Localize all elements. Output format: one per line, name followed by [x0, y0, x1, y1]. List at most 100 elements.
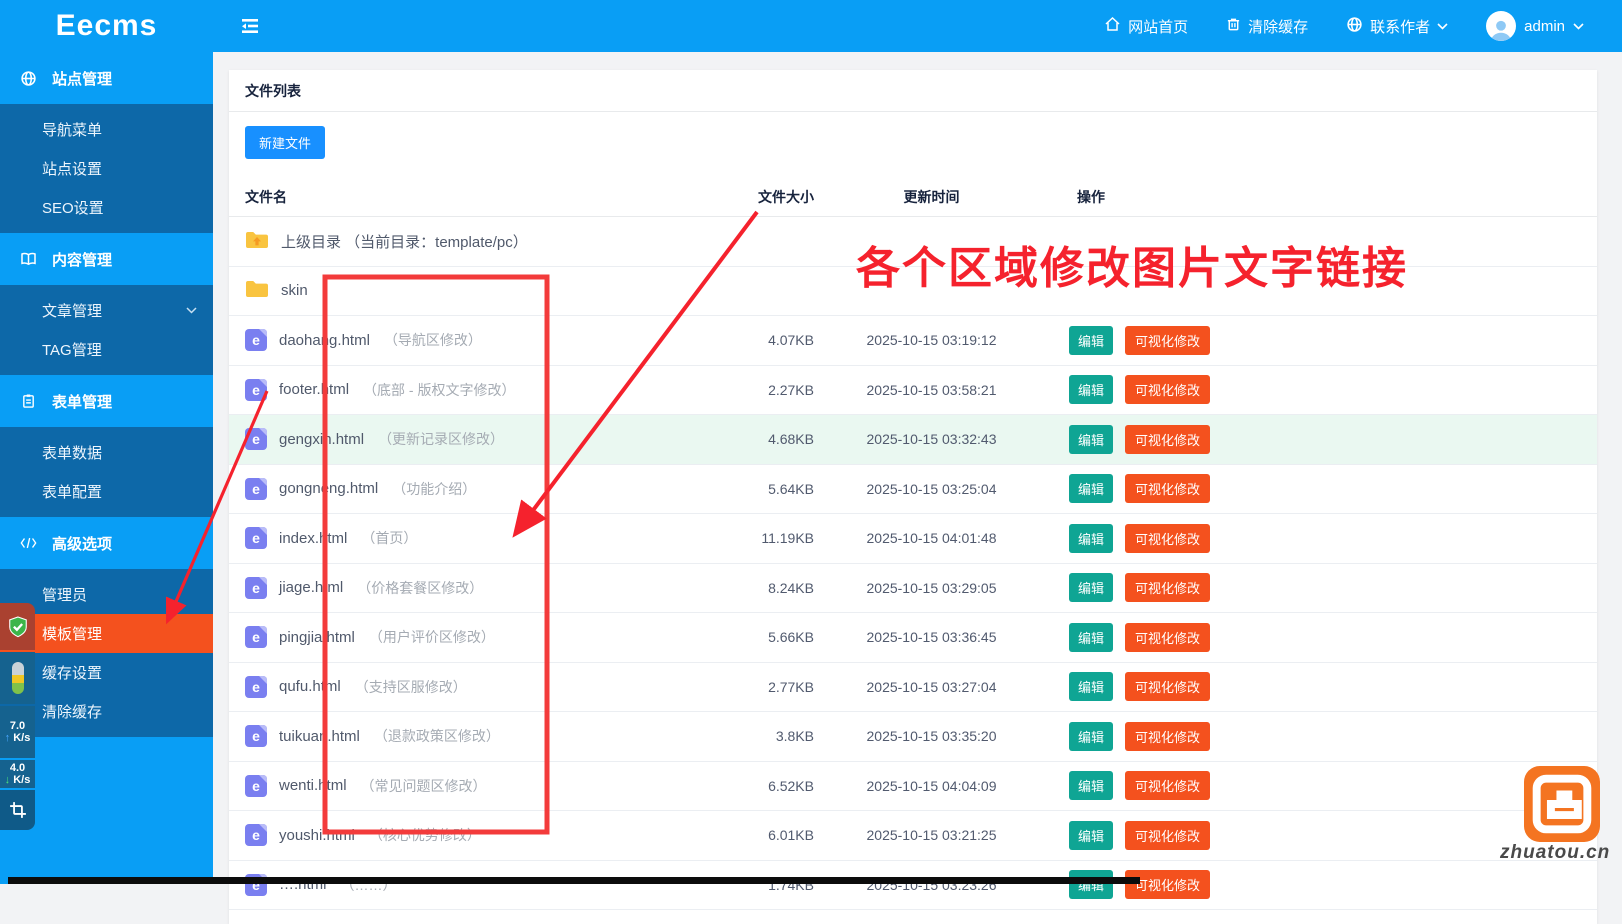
folder-icon [245, 279, 269, 302]
html-file-icon: e [245, 329, 267, 351]
html-file-icon: e [245, 428, 267, 450]
topbar-item-2[interactable]: 联系作者 [1346, 16, 1448, 37]
row-actions: 编辑 可视化修改 [1039, 425, 1597, 454]
file-size: 4.68KB [699, 431, 824, 447]
table-row[interactable]: e daohang.html （导航区修改） 4.07KB 2025-10-15… [229, 316, 1597, 366]
file-updated-time: 2025-10-15 03:29:05 [824, 580, 1039, 596]
file-description: （更新记录区修改） [378, 429, 504, 449]
file-updated-time: 2025-10-15 03:27:04 [824, 679, 1039, 695]
zhuatou-watermark: zhuatou.cn [1500, 842, 1610, 864]
edit-button[interactable]: 编辑 [1069, 425, 1113, 454]
edit-button[interactable]: 编辑 [1069, 375, 1113, 404]
table-row[interactable]: e footer.html （底部 - 版权文字修改） 2.27KB 2025-… [229, 366, 1597, 416]
sidebar-item-文章管理[interactable]: 文章管理 [0, 291, 213, 330]
browser-extension-widget: 7.0 ↑ K/s 4.0 ↓ K/s [0, 603, 35, 830]
file-name[interactable]: skin [281, 282, 308, 299]
menu-collapse-icon[interactable] [238, 13, 264, 39]
visual-edit-button[interactable]: 可视化修改 [1125, 326, 1210, 355]
table-row[interactable]: e wenti.html （常见问题区修改） 6.52KB 2025-10-15… [229, 762, 1597, 812]
edit-button[interactable]: 编辑 [1069, 870, 1113, 899]
file-name[interactable]: daohang.html [279, 332, 370, 349]
sidebar-parent-站点管理[interactable]: 站点管理 [0, 52, 213, 104]
row-actions: 编辑 可视化修改 [1039, 474, 1597, 503]
table-row[interactable]: e gongneng.html （功能介绍） 5.64KB 2025-10-15… [229, 465, 1597, 515]
table-row[interactable]: skin [229, 267, 1597, 317]
table-row[interactable]: e tuikuan.html （退款政策区修改） 3.8KB 2025-10-1… [229, 712, 1597, 762]
file-description: （首页） [361, 528, 417, 548]
topbar-item-0[interactable]: 网站首页 [1104, 16, 1188, 37]
sidebar-item-SEO设置[interactable]: SEO设置 [0, 188, 213, 227]
table-header: 文件名 文件大小 更新时间 操作 [229, 177, 1597, 217]
visual-edit-button[interactable]: 可视化修改 [1125, 722, 1210, 751]
edit-button[interactable]: 编辑 [1069, 722, 1113, 751]
sidebar-item-站点设置[interactable]: 站点设置 [0, 149, 213, 188]
file-updated-time: 2025-10-15 03:21:25 [824, 827, 1039, 843]
file-description: （导航区修改） [384, 330, 482, 350]
row-actions: 编辑 可视化修改 [1039, 326, 1597, 355]
table-row[interactable]: 上级目录 （当前目录：template/pc） [229, 217, 1597, 267]
sidebar-parent-表单管理[interactable]: 表单管理 [0, 375, 213, 427]
edit-button[interactable]: 编辑 [1069, 524, 1113, 553]
sidebar-parent-内容管理[interactable]: 内容管理 [0, 233, 213, 285]
sidebar-item-表单配置[interactable]: 表单配置 [0, 472, 213, 511]
download-speed: 4.0 ↓ K/s [0, 760, 35, 788]
edit-button[interactable]: 编辑 [1069, 672, 1113, 701]
table-row[interactable]: e qufu.html （支持区服修改） 2.77KB 2025-10-15 0… [229, 663, 1597, 713]
new-file-button[interactable]: 新建文件 [245, 126, 325, 159]
sidebar-sub-label: 文章管理 [42, 300, 102, 321]
file-name[interactable]: gongneng.html [279, 480, 378, 497]
visual-edit-button[interactable]: 可视化修改 [1125, 474, 1210, 503]
table-row[interactable]: e pingjia.html （用户评价区修改） 5.66KB 2025-10-… [229, 613, 1597, 663]
visual-edit-button[interactable]: 可视化修改 [1125, 623, 1210, 652]
table-row[interactable]: e ….html （……） 1.74KB 2025-10-15 03:23:26… [229, 861, 1597, 911]
visual-edit-button[interactable]: 可视化修改 [1125, 821, 1210, 850]
user-menu[interactable]: admin [1486, 11, 1584, 41]
html-file-icon: e [245, 527, 267, 549]
file-name[interactable]: footer.html [279, 381, 349, 398]
edit-button[interactable]: 编辑 [1069, 771, 1113, 800]
col-actions: 操作 [1039, 187, 1597, 207]
gauge-pill-icon[interactable] [0, 652, 35, 704]
file-name[interactable]: gengxin.html [279, 431, 364, 448]
sidebar-item-导航菜单[interactable]: 导航菜单 [0, 110, 213, 149]
file-updated-time: 2025-10-15 03:36:45 [824, 629, 1039, 645]
file-name[interactable]: youshi.html [279, 827, 355, 844]
file-size: 11.19KB [699, 530, 824, 546]
crop-icon[interactable] [0, 790, 35, 830]
file-name[interactable]: jiage.html [279, 579, 343, 596]
html-file-icon: e [245, 626, 267, 648]
table-row[interactable]: e gengxin.html （更新记录区修改） 4.68KB 2025-10-… [229, 415, 1597, 465]
file-size: 6.52KB [699, 778, 824, 794]
sidebar-item-TAG管理[interactable]: TAG管理 [0, 330, 213, 369]
edit-button[interactable]: 编辑 [1069, 821, 1113, 850]
table-row[interactable]: e youshi.html （核心优势修改） 6.01KB 2025-10-15… [229, 811, 1597, 861]
file-name[interactable]: wenti.html [279, 777, 347, 794]
edit-button[interactable]: 编辑 [1069, 573, 1113, 602]
visual-edit-button[interactable]: 可视化修改 [1125, 672, 1210, 701]
sidebar-item-表单数据[interactable]: 表单数据 [0, 433, 213, 472]
file-name[interactable]: index.html [279, 530, 347, 547]
edit-button[interactable]: 编辑 [1069, 326, 1113, 355]
file-description: （退款政策区修改） [374, 726, 500, 746]
file-name[interactable]: tuikuan.html [279, 728, 360, 745]
chevron-down-icon [186, 307, 197, 314]
visual-edit-button[interactable]: 可视化修改 [1125, 425, 1210, 454]
visual-edit-button[interactable]: 可视化修改 [1125, 524, 1210, 553]
visual-edit-button[interactable]: 可视化修改 [1125, 771, 1210, 800]
html-file-icon: e [245, 577, 267, 599]
file-name[interactable]: pingjia.html [279, 629, 355, 646]
edit-button[interactable]: 编辑 [1069, 623, 1113, 652]
col-updated: 更新时间 [824, 187, 1039, 207]
visual-edit-button[interactable]: 可视化修改 [1125, 573, 1210, 602]
shield-check-icon[interactable] [0, 603, 35, 650]
sidebar-parent-高级选项[interactable]: 高级选项 [0, 517, 213, 569]
table-row[interactable]: e jiage.html （价格套餐区修改） 8.24KB 2025-10-15… [229, 564, 1597, 614]
file-name[interactable]: 上级目录 （当前目录：template/pc） [281, 231, 528, 252]
topbar-item-1[interactable]: 清除缓存 [1226, 16, 1308, 37]
file-name[interactable]: qufu.html [279, 678, 341, 695]
avatar [1486, 11, 1516, 41]
edit-button[interactable]: 编辑 [1069, 474, 1113, 503]
visual-edit-button[interactable]: 可视化修改 [1125, 870, 1210, 899]
table-row[interactable]: e index.html （首页） 11.19KB 2025-10-15 04:… [229, 514, 1597, 564]
visual-edit-button[interactable]: 可视化修改 [1125, 375, 1210, 404]
